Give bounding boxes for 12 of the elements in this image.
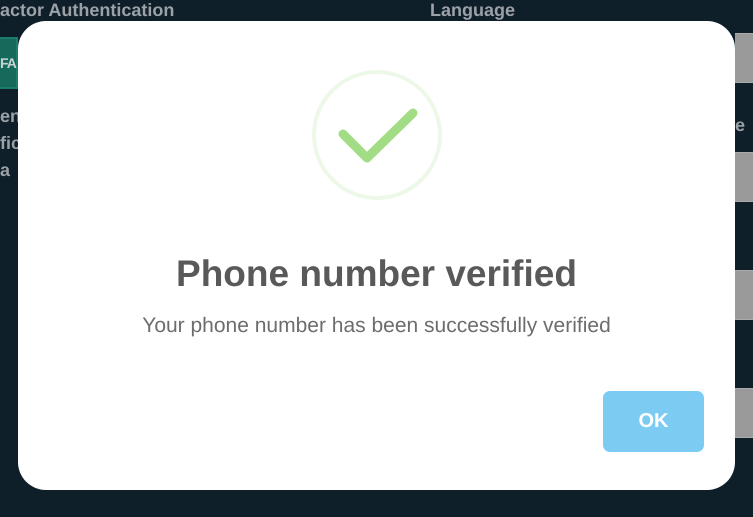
select-field[interactable] [735, 152, 753, 202]
select-field[interactable] [735, 388, 753, 438]
success-check-icon [310, 69, 442, 201]
dialog-message: Your phone number has been successfully verified [142, 313, 611, 339]
section-heading: actor Authentication [0, 0, 176, 21]
dialog-title: Phone number verified [176, 252, 577, 296]
field-label: e [735, 115, 746, 135]
select-field[interactable] [735, 33, 753, 83]
select-field[interactable] [735, 270, 753, 320]
description-text: a [0, 159, 12, 182]
enable-2fa-button[interactable]: FA [0, 37, 18, 89]
section-heading: Language [430, 0, 516, 21]
